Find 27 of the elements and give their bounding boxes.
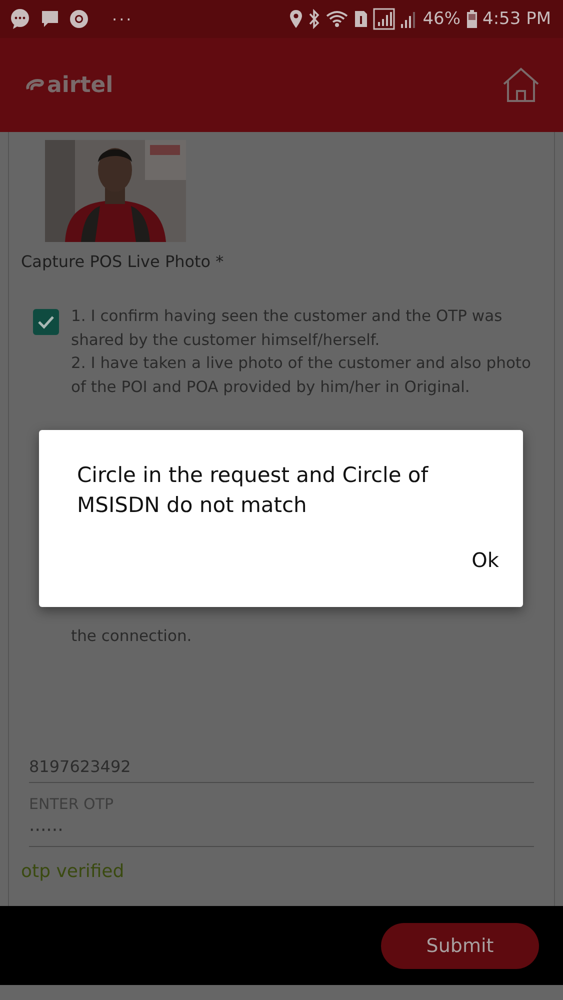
logo-icon	[26, 78, 44, 92]
declaration-text: 2. I have taken a live photo of the customer and also photo of the POI and POA provided by him/her in Original.	[71, 353, 532, 398]
battery-percentage: 46%	[422, 9, 460, 29]
clock: 4:53 PM	[482, 9, 551, 29]
message-icon	[40, 9, 60, 29]
home-icon[interactable]	[502, 67, 540, 103]
more-notifications: ···	[112, 10, 134, 28]
photo-caption: Capture POS Live Photo *	[21, 252, 225, 271]
signal-icon	[400, 9, 418, 29]
dialog-message: Circle in the request and Circle of MSISDN do not match	[77, 462, 430, 519]
chat-bubble-icon	[9, 8, 31, 30]
declaration-text: 1. I confirm having seen the customer and the OTP was shared by the customer himself/herself.	[71, 306, 504, 350]
otp-status: otp verified	[21, 860, 126, 882]
location-icon	[288, 9, 303, 29]
battery-icon	[466, 9, 478, 29]
sim-icon	[354, 10, 368, 28]
checkbox[interactable]	[33, 309, 59, 335]
signal-icon	[372, 8, 395, 30]
declaration-text: the connection.	[71, 626, 193, 647]
logo-text: airtel	[47, 72, 114, 98]
input-field[interactable]: ······	[29, 812, 534, 846]
bluetooth-icon	[308, 9, 320, 29]
wifi-icon	[324, 9, 349, 29]
checkmark-icon	[37, 315, 55, 329]
browser-icon	[69, 9, 89, 29]
ok-button[interactable]: Ok	[462, 542, 509, 578]
submit-button[interactable]: Submit	[381, 922, 539, 968]
